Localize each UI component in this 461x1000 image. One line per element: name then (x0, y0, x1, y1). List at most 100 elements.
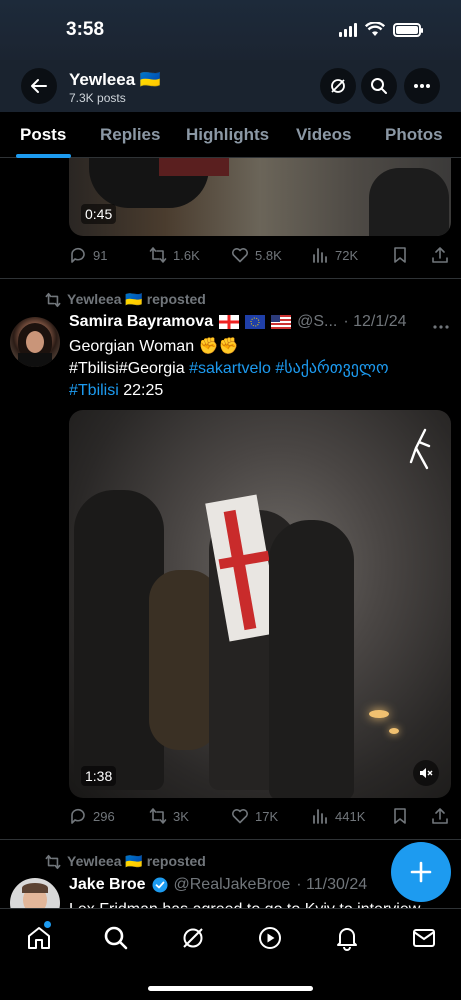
home-indicator (148, 986, 313, 991)
views-icon (313, 809, 327, 824)
nav-video[interactable] (257, 925, 283, 951)
like-button[interactable]: 17K (231, 807, 278, 825)
us-flag-icon (271, 315, 292, 329)
watermark-logo-icon (409, 428, 431, 470)
reply-icon (71, 808, 85, 824)
like-icon (232, 809, 248, 824)
video-duration: 0:45 (81, 204, 117, 224)
mute-button[interactable] (413, 760, 439, 786)
author-name: Samira Bayramova (69, 313, 214, 330)
post-author[interactable]: Samira Bayramova @S... · 12/1/24 (69, 313, 407, 331)
repost-count: 3K (173, 808, 189, 824)
hashtag-link[interactable]: #Tbilisi (69, 382, 119, 399)
post-count: 7.3K posts (69, 91, 126, 105)
search-icon (371, 78, 387, 94)
repost-button[interactable]: 1.6K (149, 246, 200, 264)
bookmark-button[interactable] (391, 807, 409, 825)
compose-button[interactable] (391, 842, 451, 902)
mute-icon (420, 768, 433, 778)
bookmark-icon (394, 808, 406, 824)
status-time: 3:58 (66, 19, 105, 40)
wifi-icon (365, 22, 385, 36)
more-icon (414, 84, 430, 88)
home-icon (28, 927, 50, 949)
back-arrow-icon (31, 79, 47, 93)
author-handle: @RealJakeBroe (173, 876, 291, 893)
repost-icon (45, 292, 61, 307)
profile-name-text: Yewleea (69, 70, 136, 89)
tab-posts[interactable]: Posts (20, 125, 66, 145)
share-icon (432, 808, 448, 824)
nav-home[interactable] (26, 925, 52, 951)
eu-flag-icon (245, 315, 266, 329)
share-icon (432, 247, 448, 263)
author-name: Jake Broe (69, 876, 146, 893)
grok-nav-icon (183, 928, 203, 948)
nav-grok[interactable] (180, 925, 206, 951)
post-author[interactable]: Jake Broe @RealJakeBroe · 11/30/24 (69, 876, 367, 894)
battery-icon (393, 22, 423, 37)
repost-label: Yewleea 🇺🇦 reposted (67, 291, 206, 307)
view-count: 72K (335, 247, 359, 263)
hashtag-plain[interactable]: #Tbilisi#Georgia (69, 360, 185, 377)
bookmark-button[interactable] (391, 246, 409, 264)
post-video[interactable]: 1:38 (69, 410, 451, 798)
post-more-button[interactable] (433, 313, 449, 334)
post-actions: 91 1.6K 5.8K 72K (69, 246, 449, 266)
post-date: · 11/30/24 (296, 876, 368, 893)
video-duration: 1:38 (81, 766, 117, 786)
views-button[interactable]: 72K (311, 246, 358, 264)
post-divider (0, 278, 461, 279)
status-icons (339, 22, 423, 37)
profile-tabs: Posts Replies Highlights Videos Photos (0, 112, 461, 158)
profile-flag: 🇺🇦 (139, 70, 162, 89)
tab-videos[interactable]: Videos (296, 125, 351, 145)
tab-highlights[interactable]: Highlights (186, 125, 269, 145)
reply-count: 296 (93, 808, 115, 824)
repost-indicator[interactable]: Yewleea 🇺🇦 reposted (45, 853, 206, 870)
repost-button[interactable]: 3K (149, 807, 189, 825)
reply-button[interactable]: 91 (69, 246, 107, 264)
reply-button[interactable]: 296 (69, 807, 115, 825)
nav-notifications[interactable] (334, 925, 360, 951)
more-options-button[interactable] (404, 68, 440, 104)
bookmark-icon (394, 247, 406, 263)
more-icon (433, 325, 449, 329)
repost-indicator[interactable]: Yewleea 🇺🇦 reposted (45, 291, 206, 308)
reply-icon (71, 247, 85, 263)
share-button[interactable] (431, 807, 449, 825)
search-button[interactable] (361, 68, 397, 104)
post-text-line3: #Tbilisi 22:25 (69, 380, 439, 402)
notification-dot (44, 921, 51, 928)
hashtag-link[interactable]: #sakartvelo #საქართველო (189, 360, 388, 377)
grok-icon (331, 79, 345, 93)
tab-photos[interactable]: Photos (385, 125, 443, 145)
signal-icon (339, 22, 357, 37)
repost-count: 1.6K (173, 247, 200, 263)
explore-icon (104, 926, 128, 950)
messages-icon (413, 929, 435, 947)
post-text-line1: Georgian Woman ✊✊ (69, 338, 239, 355)
compose-icon (410, 861, 432, 883)
nav-messages[interactable] (411, 925, 437, 951)
post-actions: 296 3K 17K 441K (69, 807, 449, 827)
grok-button[interactable] (320, 68, 356, 104)
like-count: 17K (255, 808, 279, 824)
profile-name: Yewleea 🇺🇦 (69, 70, 161, 90)
repost-label: Yewleea 🇺🇦 reposted (67, 853, 206, 869)
views-button[interactable]: 441K (311, 807, 365, 825)
like-icon (232, 248, 248, 263)
video-icon (259, 927, 281, 949)
avatar[interactable] (10, 317, 60, 367)
tab-replies[interactable]: Replies (100, 125, 160, 145)
profile-header: Yewleea 🇺🇦 7.3K posts (0, 60, 461, 112)
like-button[interactable]: 5.8K (231, 246, 282, 264)
notifications-icon (337, 928, 357, 951)
active-tab-indicator (16, 154, 71, 158)
nav-explore[interactable] (103, 925, 129, 951)
status-bar: 3:58 (0, 0, 461, 60)
share-button[interactable] (431, 246, 449, 264)
back-button[interactable] (21, 68, 57, 104)
post-date: · 12/1/24 (343, 313, 407, 330)
post-video[interactable]: 0:45 (69, 158, 451, 236)
